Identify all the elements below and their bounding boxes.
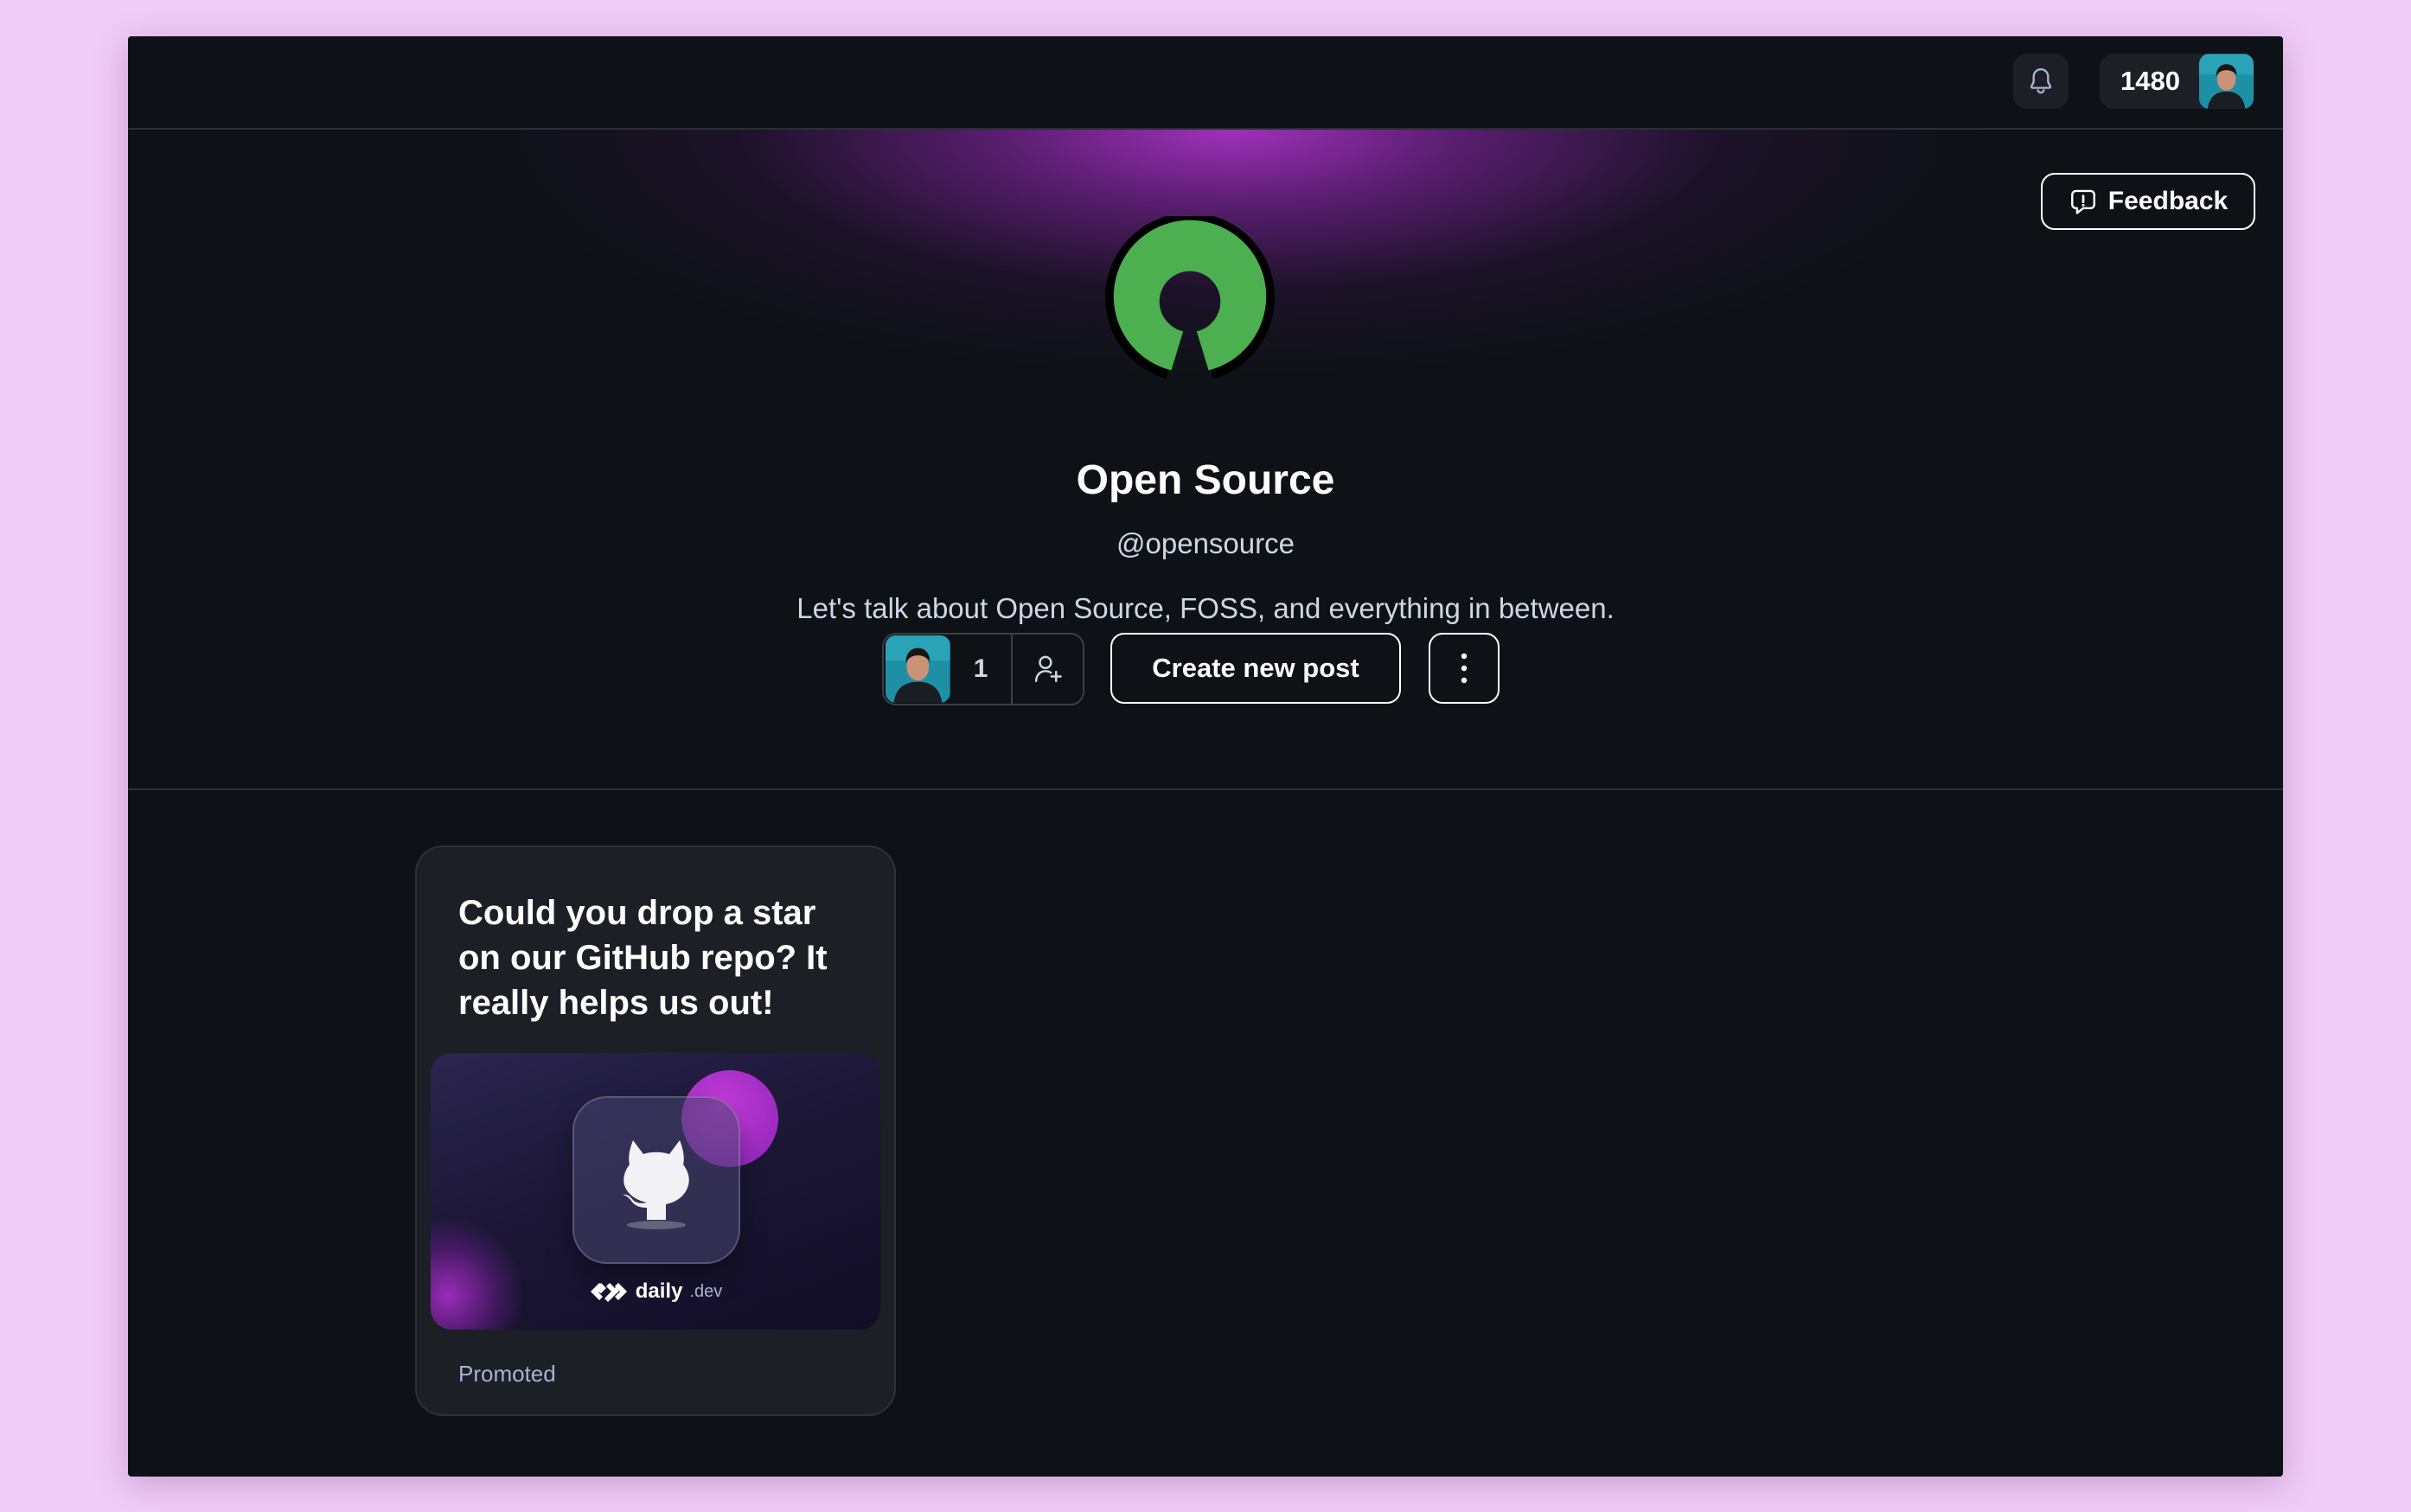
feedback-button[interactable]: Feedback: [2041, 173, 2255, 230]
more-options-button[interactable]: [1429, 633, 1500, 704]
members-button[interactable]: 1: [882, 633, 1084, 705]
post-image: daily .dev: [431, 1053, 880, 1330]
post-title: Could you drop a star on our GitHub repo…: [458, 894, 828, 1022]
create-new-post-button[interactable]: Create new post: [1110, 633, 1401, 704]
dailydev-brand: daily .dev: [431, 1279, 880, 1304]
brand-suffix: .dev: [689, 1281, 723, 1301]
feedback-label: Feedback: [2107, 187, 2229, 215]
squad-handle: @opensource: [1116, 527, 1295, 559]
add-member-icon: [1034, 655, 1062, 683]
squad-actions: 1 Create new post: [128, 633, 2283, 705]
user-avatar: [2198, 54, 2254, 109]
dailydev-logo-icon: [590, 1283, 627, 1302]
top-bar: 1480: [128, 36, 2283, 130]
vertical-ellipsis-icon: [1461, 653, 1468, 684]
member-count: 1: [973, 654, 988, 683]
brand-name: daily: [635, 1279, 683, 1303]
reputation-score: 1480: [2120, 66, 2180, 96]
decorative-glow: [431, 1217, 526, 1330]
notifications-button[interactable]: [2013, 54, 2069, 109]
bell-icon: [2030, 67, 2052, 94]
post-card[interactable]: Could you drop a star on our GitHub repo…: [415, 845, 896, 1416]
app-window: 1480 Feedback Open Source @opensource Le…: [128, 36, 2283, 1477]
squad-name: Open Source: [1076, 457, 1335, 503]
member-avatar: [886, 635, 950, 703]
squad-description: Let's talk about Open Source, FOSS, and …: [796, 592, 1615, 624]
github-app-tile: [572, 1096, 740, 1264]
promoted-label: Promoted: [458, 1361, 556, 1387]
invite-member-button[interactable]: [1013, 635, 1083, 704]
section-divider: [128, 788, 2283, 790]
profile-button[interactable]: 1480: [2100, 54, 2254, 109]
github-octocat-icon: [623, 1140, 689, 1229]
open-source-logo-icon: [1105, 216, 1275, 380]
feedback-bubble-icon: [2070, 189, 2095, 214]
